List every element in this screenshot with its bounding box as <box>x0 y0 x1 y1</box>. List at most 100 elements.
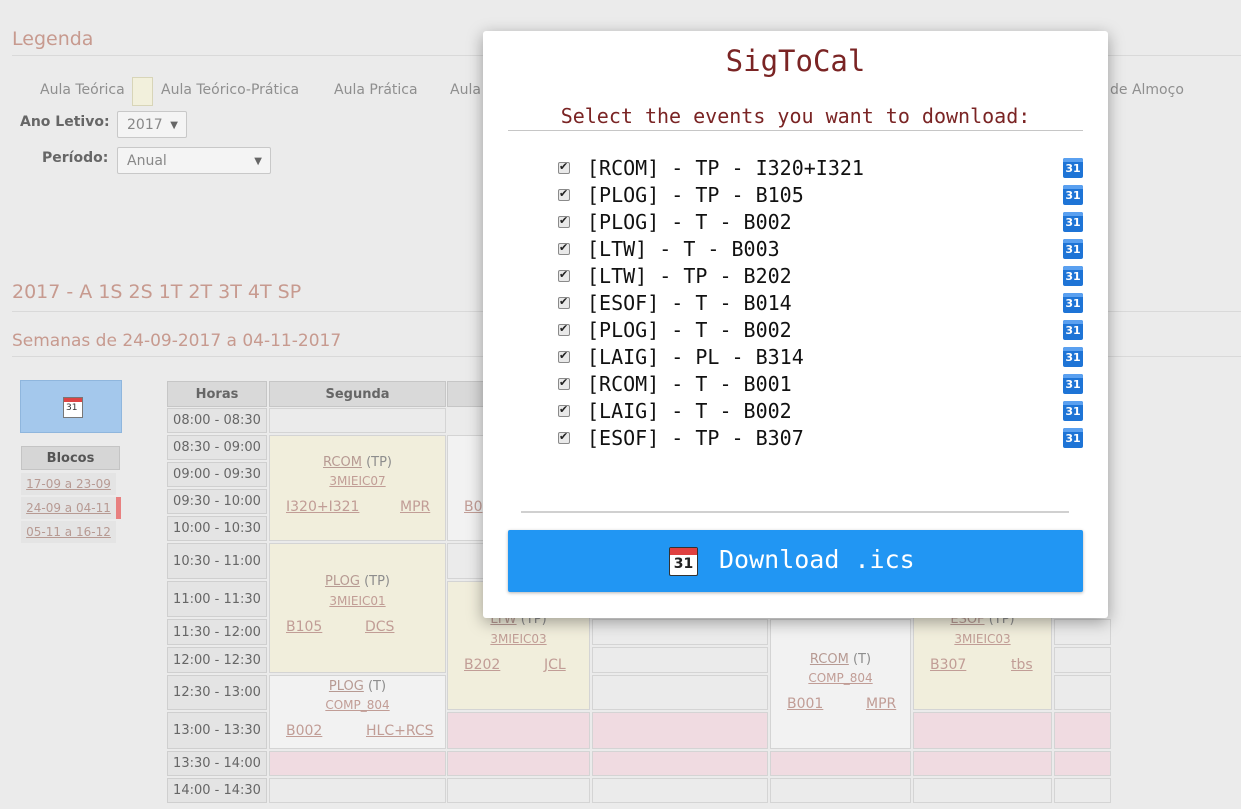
hour-cell: 09:00 - 09:30 <box>167 462 267 487</box>
event-class[interactable]: 3MIEIC03 <box>914 632 1051 646</box>
event-checkbox[interactable] <box>558 376 570 390</box>
bloco-link[interactable]: 17-09 a 23-09 <box>21 473 116 495</box>
event-code[interactable]: RCOM <box>810 652 849 667</box>
event-prof[interactable]: MPR <box>866 696 896 712</box>
event-label: [PLOG] - TP - B105 <box>587 183 804 207</box>
ano-letivo-value: 2017 <box>127 117 163 133</box>
lunch-cell <box>447 712 590 749</box>
hour-cell: 13:00 - 13:30 <box>167 712 267 749</box>
event-row[interactable]: [RCOM] - TP - I320+I321 31 <box>558 156 1083 183</box>
empty-cell <box>1054 675 1111 710</box>
event-checkbox[interactable] <box>558 214 570 228</box>
calendar-icon: 31 <box>669 547 698 576</box>
hour-cell: 14:00 - 14:30 <box>167 778 267 803</box>
lunch-cell <box>447 751 590 776</box>
event-code[interactable]: PLOG <box>325 574 360 589</box>
google-calendar-icon[interactable]: 31 <box>1063 374 1083 394</box>
event-code[interactable]: PLOG <box>329 679 364 694</box>
event-class[interactable]: 3MIEIC03 <box>448 632 589 646</box>
bloco-link-active[interactable]: 24-09 a 04-11 <box>21 497 121 519</box>
event-code[interactable]: RCOM <box>323 455 362 470</box>
event-checkbox[interactable] <box>558 430 570 444</box>
empty-cell <box>269 408 446 433</box>
event-cell-rcom[interactable]: RCOM (TP) 3MIEIC07 I320+I321 MPR <box>269 435 446 541</box>
google-calendar-icon[interactable]: 31 <box>1063 401 1083 421</box>
event-cell-partial[interactable]: B0 <box>447 435 487 541</box>
empty-cell <box>592 619 768 645</box>
event-row[interactable]: [RCOM] - T - B001 31 <box>558 372 1083 399</box>
header-segunda: Segunda <box>269 381 446 407</box>
event-room[interactable]: B307 <box>930 657 966 673</box>
event-row[interactable]: [LAIG] - PL - B314 31 <box>558 345 1083 372</box>
event-row[interactable]: [PLOG] - TP - B105 31 <box>558 183 1083 210</box>
google-calendar-icon[interactable]: 31 <box>1063 347 1083 367</box>
event-prof[interactable]: MPR <box>400 499 430 515</box>
lunch-cell <box>592 751 768 776</box>
event-checkbox[interactable] <box>558 187 570 201</box>
google-calendar-icon[interactable]: 31 <box>1063 293 1083 313</box>
event-prof[interactable]: DCS <box>365 619 394 635</box>
event-checkbox[interactable] <box>558 295 570 309</box>
legend-title: Legenda <box>12 28 94 50</box>
hour-cell: 11:30 - 12:00 <box>167 619 267 645</box>
event-room[interactable]: I320+I321 <box>286 499 359 515</box>
event-class[interactable]: COMP_804 <box>270 698 445 712</box>
event-room[interactable]: B001 <box>787 696 823 712</box>
lunch-cell <box>913 712 1052 749</box>
lunch-cell <box>1054 751 1111 776</box>
event-prof[interactable]: tbs <box>1011 657 1033 673</box>
event-room[interactable]: B105 <box>286 619 322 635</box>
event-cell-plog-tp[interactable]: PLOG (TP) 3MIEIC01 B105 DCS <box>269 543 446 673</box>
event-cell-plog-t[interactable]: PLOG (T) COMP_804 B002 HLC+RCS <box>269 675 446 749</box>
event-class[interactable]: COMP_804 <box>771 671 910 685</box>
google-calendar-icon[interactable]: 31 <box>1063 158 1083 178</box>
header-horas: Horas <box>167 381 267 407</box>
google-calendar-icon[interactable]: 31 <box>1063 320 1083 340</box>
google-calendar-icon[interactable]: 31 <box>1063 239 1083 259</box>
event-prof[interactable]: HLC+RCS <box>366 723 434 739</box>
chevron-down-icon: ▼ <box>254 156 262 167</box>
google-calendar-icon[interactable]: 31 <box>1063 212 1083 232</box>
event-class[interactable]: 3MIEIC07 <box>270 474 445 488</box>
event-row[interactable]: [LTW] - TP - B202 31 <box>558 264 1083 291</box>
lunch-cell <box>1054 712 1111 749</box>
event-row[interactable]: [PLOG] - T - B002 31 <box>558 210 1083 237</box>
lunch-cell <box>592 712 768 749</box>
event-label: [ESOF] - T - B014 <box>587 291 792 315</box>
event-room[interactable]: B202 <box>464 657 500 673</box>
event-checkbox[interactable] <box>558 241 570 255</box>
event-cell-rcom-t[interactable]: RCOM (T) COMP_804 B001 MPR <box>770 619 911 749</box>
event-checkbox[interactable] <box>558 268 570 282</box>
download-ics-button[interactable]: 31 Download .ics <box>508 530 1083 592</box>
event-checkbox[interactable] <box>558 322 570 336</box>
event-checkbox[interactable] <box>558 160 570 174</box>
google-calendar-icon[interactable]: 31 <box>1063 428 1083 448</box>
empty-cell <box>913 778 1052 803</box>
event-label: [PLOG] - T - B002 <box>587 318 792 342</box>
event-room[interactable]: B0 <box>464 499 483 515</box>
event-row[interactable]: [LTW] - T - B003 31 <box>558 237 1083 264</box>
empty-cell <box>269 778 446 803</box>
event-checkbox[interactable] <box>558 403 570 417</box>
empty-cell <box>447 778 590 803</box>
ano-letivo-select[interactable]: 2017 ▼ <box>117 111 187 138</box>
hour-cell: 08:00 - 08:30 <box>167 408 267 433</box>
periodo-select[interactable]: Anual ▼ <box>117 147 271 174</box>
event-row[interactable]: [PLOG] - T - B002 31 <box>558 318 1083 345</box>
google-calendar-icon[interactable]: 31 <box>1063 266 1083 286</box>
hour-cell: 12:30 - 13:00 <box>167 675 267 710</box>
event-class[interactable]: 3MIEIC01 <box>270 594 445 608</box>
event-row[interactable]: [ESOF] - TP - B307 31 <box>558 426 1083 453</box>
event-row[interactable]: [ESOF] - T - B014 31 <box>558 291 1083 318</box>
lunch-cell <box>770 751 911 776</box>
hour-cell: 11:00 - 11:30 <box>167 581 267 617</box>
export-calendar-button[interactable]: 31 <box>20 380 122 433</box>
bloco-link[interactable]: 05-11 a 16-12 <box>21 521 116 543</box>
modal-subtitle: Select the events you want to download: <box>560 104 1031 128</box>
event-room[interactable]: B002 <box>286 723 322 739</box>
event-checkbox[interactable] <box>558 349 570 363</box>
event-row[interactable]: [LAIG] - T - B002 31 <box>558 399 1083 426</box>
event-prof[interactable]: JCL <box>544 657 566 673</box>
google-calendar-icon[interactable]: 31 <box>1063 185 1083 205</box>
ano-letivo-label: Ano Letivo: <box>20 114 110 130</box>
